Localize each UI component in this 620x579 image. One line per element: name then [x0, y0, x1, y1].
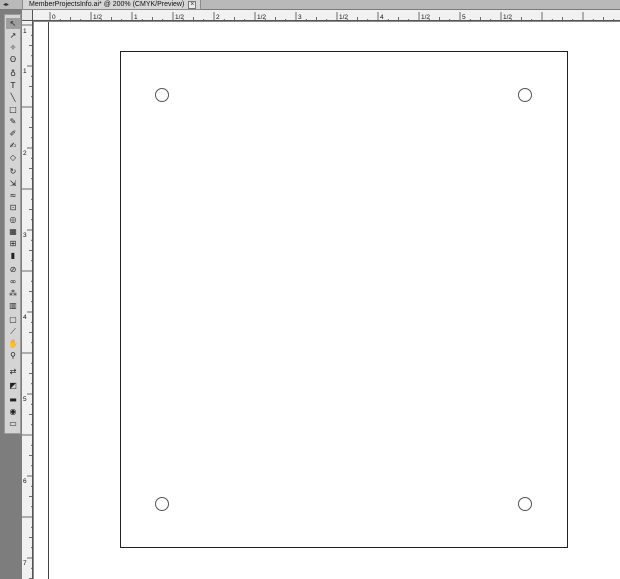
- horizontal-ruler[interactable]: 0 1/2 1 1/2 2 1/2 3 1/2 4 1/2 5 1/2: [22, 10, 620, 21]
- zoom-tool-icon[interactable]: ⚲: [6, 350, 20, 361]
- color-mode-icon[interactable]: ▬: [6, 394, 20, 405]
- perspective-grid-tool-icon[interactable]: ▦: [6, 226, 20, 237]
- horizontal-ruler-ticks: 0 1/2 1 1/2 2 1/2 3 1/2 4 1/2 5 1/2: [49, 12, 615, 21]
- warp-tool-icon[interactable]: ≈: [6, 190, 20, 201]
- ruler-label: 2: [23, 150, 27, 157]
- line-tool-icon[interactable]: ╲: [6, 92, 20, 103]
- free-transform-tool-icon[interactable]: ⊡: [6, 202, 20, 213]
- pencil-tool-icon[interactable]: ✐: [6, 128, 20, 139]
- ruler-label: 3: [23, 232, 27, 239]
- close-icon[interactable]: ×: [188, 0, 197, 9]
- draw-mode-icon[interactable]: ◉: [6, 406, 20, 417]
- ruler-label: 1/2: [339, 14, 348, 21]
- ruler-label: 5: [23, 396, 27, 403]
- mounting-hole-bottom-left[interactable]: [155, 497, 169, 511]
- toolbox: ↖ ↗ ✧ ʘ ♁ T ╲ □ ✎ ✐ ✍ ◇ ↻ ⇲ ≈ ⊡ ◎ ▦ ⊞ ▮ ⊘ ∞ ⁂ ▥ ▢ ⟋ ✋ ⚲ ⇄ ◩ ▬ ◉ ▭: [4, 14, 21, 434]
- ruler-label: 6: [23, 478, 27, 485]
- document-tab-label: MemberProjectsInfo.ai* @ 200% (CMYK/Prev…: [29, 1, 185, 8]
- mounting-hole-top-right[interactable]: [518, 88, 532, 102]
- title-bar: ◂▸ MemberProjectsInfo.ai* @ 200% (CMYK/P…: [0, 0, 620, 10]
- ruler-label: 1/2: [421, 14, 430, 21]
- ruler-label: 7: [23, 560, 27, 567]
- paintbrush-tool-icon[interactable]: ✎: [6, 116, 20, 127]
- pen-tool-icon[interactable]: ♁: [6, 68, 20, 79]
- vertical-ruler-ticks: 1 1 2 3 4 5 6 7: [22, 24, 32, 579]
- symbol-sprayer-tool-icon[interactable]: ⁂: [6, 288, 20, 299]
- ruler-label: 1/2: [503, 14, 512, 21]
- swap-fill-stroke-icon[interactable]: ⇄: [6, 366, 20, 377]
- ruler-origin[interactable]: [22, 10, 33, 21]
- ruler-label: 1/2: [93, 14, 102, 21]
- mesh-tool-icon[interactable]: ⊞: [6, 238, 20, 249]
- scale-tool-icon[interactable]: ⇲: [6, 178, 20, 189]
- ruler-label: 1: [23, 28, 27, 35]
- document-tab[interactable]: MemberProjectsInfo.ai* @ 200% (CMYK/Prev…: [22, 0, 202, 10]
- lasso-tool-icon[interactable]: ʘ: [6, 54, 20, 65]
- artboard-tool-icon[interactable]: ▢: [6, 314, 20, 325]
- direct-selection-tool-icon[interactable]: ↗: [6, 30, 20, 41]
- mounting-hole-top-left[interactable]: [155, 88, 169, 102]
- ruler-label: 4: [380, 14, 384, 21]
- eraser-tool-icon[interactable]: ◇: [6, 152, 20, 163]
- ruler-label: 3: [298, 14, 302, 21]
- screen-mode-icon[interactable]: ▭: [6, 418, 20, 429]
- ruler-label: 0: [52, 14, 56, 21]
- blob-brush-tool-icon[interactable]: ✍: [6, 140, 20, 151]
- type-tool-icon[interactable]: T: [6, 80, 20, 91]
- blend-tool-icon[interactable]: ∞: [6, 276, 20, 287]
- column-graph-tool-icon[interactable]: ▥: [6, 300, 20, 311]
- mounting-hole-bottom-right[interactable]: [518, 497, 532, 511]
- ruler-label: 1/2: [175, 14, 184, 21]
- shape-builder-tool-icon[interactable]: ◎: [6, 214, 20, 225]
- ruler-label: 2: [216, 14, 220, 21]
- gradient-tool-icon[interactable]: ▮: [6, 250, 20, 261]
- eyedropper-tool-icon[interactable]: ⊘: [6, 264, 20, 275]
- slice-tool-icon[interactable]: ⟋: [6, 326, 20, 337]
- ruler-label: 1: [23, 68, 27, 75]
- ruler-label: 1/2: [257, 14, 266, 21]
- artboard[interactable]: [120, 51, 568, 548]
- ruler-label: 4: [23, 314, 27, 321]
- vertical-ruler[interactable]: 1 1 2 3 4 5 6 7: [22, 21, 33, 579]
- fill-stroke-swatch-icon[interactable]: ◩: [6, 380, 20, 391]
- rectangle-tool-icon[interactable]: □: [6, 104, 20, 115]
- hand-tool-icon[interactable]: ✋: [6, 338, 20, 349]
- selection-tool-icon[interactable]: ↖: [6, 18, 20, 29]
- ruler-label: 5: [462, 14, 466, 21]
- ruler-label: 1: [134, 14, 138, 21]
- rotate-tool-icon[interactable]: ↻: [6, 166, 20, 177]
- page-edge-guide: [48, 22, 49, 579]
- magic-wand-tool-icon[interactable]: ✧: [6, 42, 20, 53]
- panel-grip-icon[interactable]: ◂▸: [3, 1, 9, 8]
